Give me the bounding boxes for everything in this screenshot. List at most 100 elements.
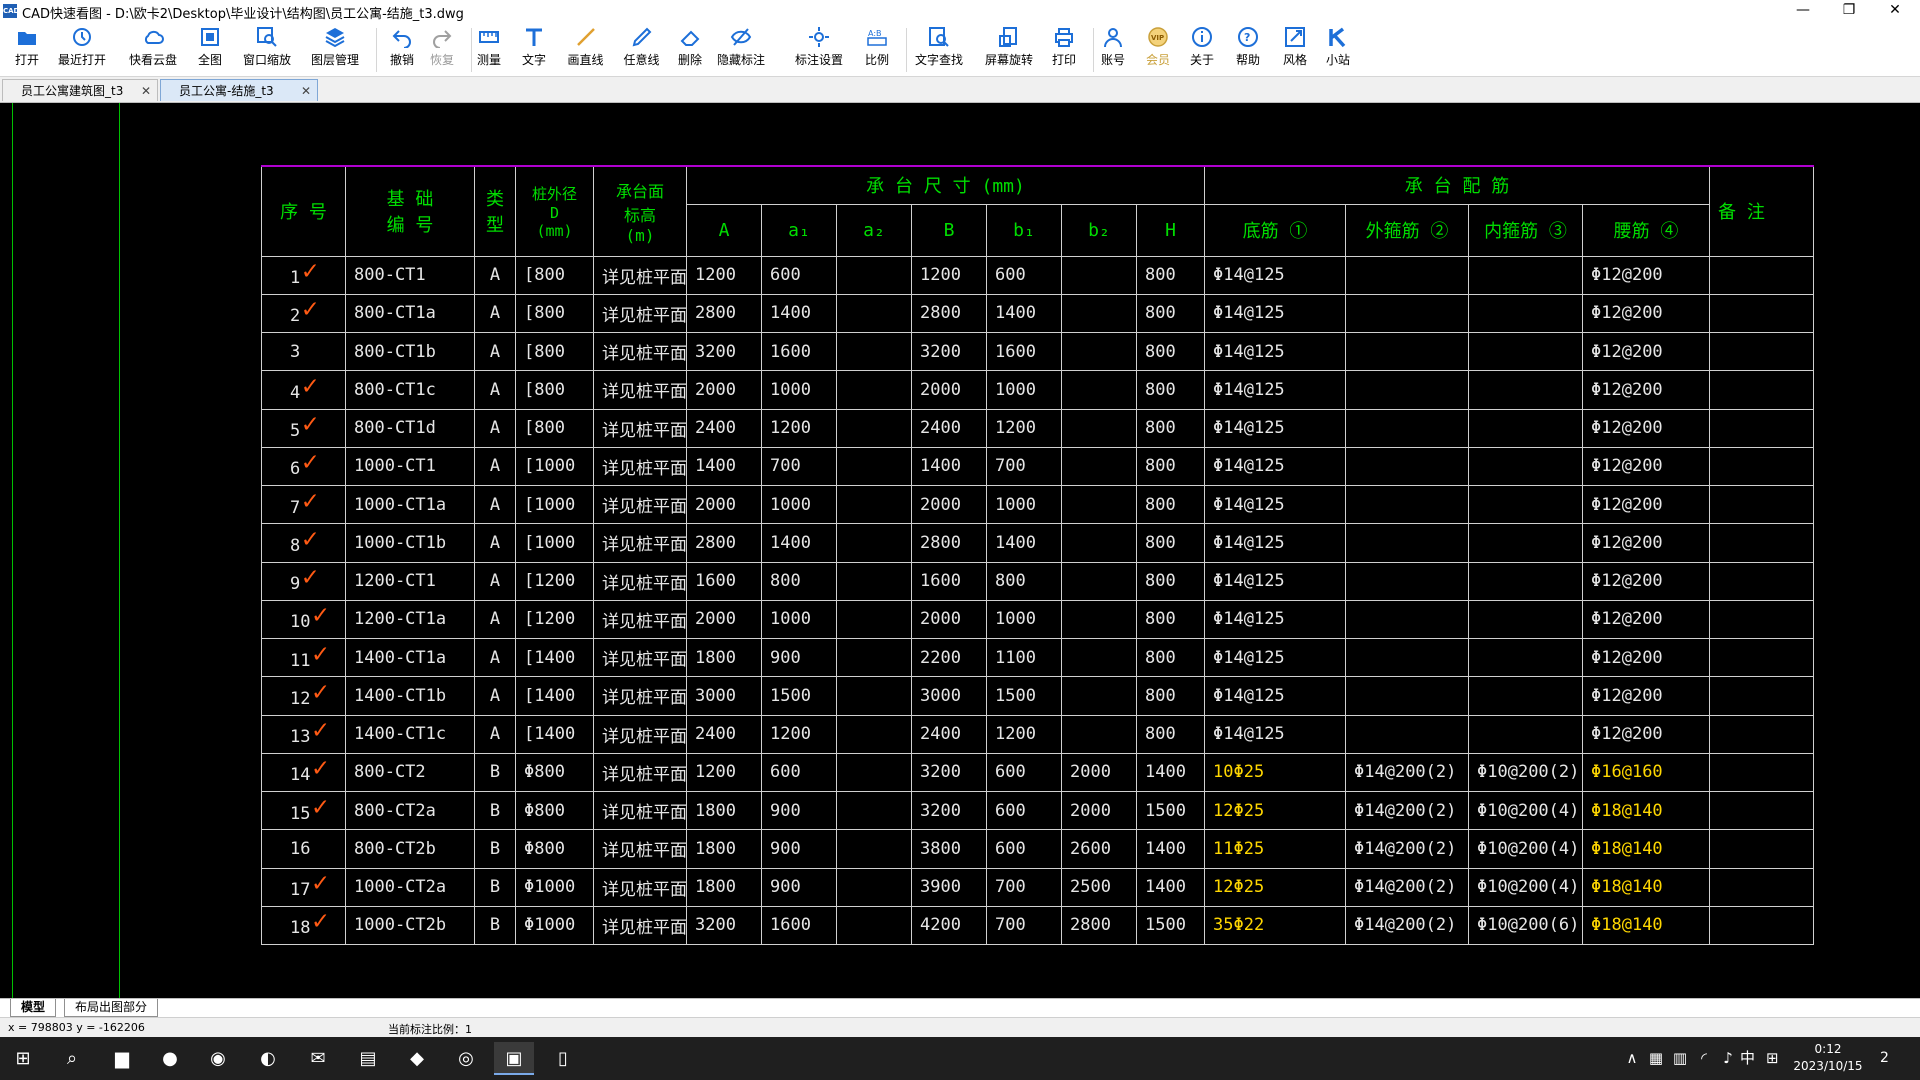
cell-a1: 1000 <box>761 599 837 640</box>
close-icon[interactable]: ✕ <box>141 80 151 102</box>
toolbar-button-vip[interactable]: VIP 会员 <box>1141 26 1175 72</box>
header-size-col: a₁ <box>761 203 837 257</box>
office-icon[interactable]: ▤ <box>348 1042 388 1075</box>
cell-b1: 700 <box>986 905 1062 946</box>
cell-r3 <box>1468 714 1584 754</box>
toolbar-button-help[interactable]: ? 帮助 <box>1231 26 1265 72</box>
tab-building-drawing[interactable]: 员工公寓建筑图_t3 ✕ <box>2 79 158 101</box>
wechat-icon[interactable]: ✉ <box>298 1042 338 1075</box>
toolbar-button-rotate-screen[interactable]: 屏幕旋转 <box>980 26 1038 72</box>
toolbar-button-k-site[interactable]: 小站 <box>1321 26 1355 72</box>
cell-a2 <box>836 255 912 295</box>
battery-icon[interactable]: ▥ <box>1668 1037 1692 1080</box>
cell-r4: Φ12@200 <box>1582 370 1711 410</box>
system-tray: ∧ ▦ ▥ ◜ ♪ <box>1620 1037 1740 1080</box>
cell-B: 3900 <box>911 867 987 907</box>
toolbar-button-freehand[interactable]: 任意线 <box>619 26 664 72</box>
search-icon[interactable]: ⌕ <box>52 1042 92 1075</box>
toolbar-button-label: 会员 <box>1145 53 1170 67</box>
cad-viewer-icon[interactable]: ▣ <box>494 1042 534 1075</box>
eraser-icon <box>680 30 700 46</box>
toolbar-button-undo[interactable]: 撤销 <box>385 26 419 72</box>
volume-icon[interactable]: ♪ <box>1716 1037 1740 1080</box>
notepad-icon[interactable]: ▯ <box>543 1042 583 1075</box>
toolbar-button-history[interactable]: 最近打开 <box>53 26 111 72</box>
cell-type: A <box>474 484 516 525</box>
header-rebar-col: 底筋 ① <box>1204 203 1347 257</box>
toolbar-button-eraser[interactable]: 删除 <box>673 26 707 72</box>
show-hidden-icons-icon[interactable]: ∧ <box>1620 1037 1644 1080</box>
cell-a1: 900 <box>761 829 837 869</box>
cell-elev: 详见桩平面 <box>593 905 687 946</box>
checkmark-icon: ✓ <box>302 370 318 401</box>
toolbar-button-text[interactable]: 文字 <box>517 26 551 72</box>
cell-no: 6✓ <box>261 446 346 487</box>
table-row: 14✓ 800-CT2 B Φ800 详见桩平面 1200 600 3200 600 2000 14… <box>261 752 1815 793</box>
restore-button[interactable]: ❐ <box>1826 0 1872 22</box>
chrome-icon[interactable]: ● <box>150 1042 190 1075</box>
cell-type: A <box>474 561 516 601</box>
row-number: 18 <box>290 918 311 939</box>
header-size-col: b₁ <box>986 203 1062 257</box>
toolbar-button-scale[interactable]: A:B 比例 <box>860 26 894 72</box>
row-number: 16 <box>290 838 311 859</box>
rotate-screen-icon <box>999 27 1017 47</box>
meeting-icon[interactable]: ▦ <box>1644 1037 1668 1080</box>
cell-r3 <box>1468 561 1584 601</box>
cell-elev: 详见桩平面 <box>593 293 687 334</box>
cell-r2 <box>1345 523 1470 563</box>
edge-icon[interactable]: ◐ <box>248 1042 288 1075</box>
system-clock[interactable]: 0:12 2023/10/15 <box>1788 1041 1868 1075</box>
steam-icon[interactable]: ◉ <box>198 1042 238 1075</box>
ime-mode-icon[interactable]: ⊞ <box>1766 1037 1786 1080</box>
tab-structure-drawing[interactable]: 员工公寓-结施_t3 ✕ <box>160 79 318 101</box>
toolbar-button-redo[interactable]: 恢复 <box>425 26 459 72</box>
cell-r3 <box>1468 331 1584 372</box>
checkmark-icon: ✓ <box>302 256 318 287</box>
windows-start-icon[interactable]: ⊞ <box>3 1042 43 1075</box>
layout-tab-model[interactable]: 模型 <box>10 999 57 1017</box>
toolbar-button-label: 小站 <box>1325 53 1350 67</box>
cell-H: 800 <box>1135 523 1206 563</box>
cell-remark <box>1709 446 1815 487</box>
app-icon[interactable]: ◆ <box>397 1042 437 1075</box>
toolbar-button-zoom-window[interactable]: 窗口缩放 <box>238 26 296 72</box>
toolbar-button-user[interactable]: 账号 <box>1096 26 1130 72</box>
toolbar-button-line[interactable]: 画直线 <box>563 26 608 72</box>
cell-r1: Φ14@125 <box>1204 293 1347 334</box>
line-icon <box>576 28 595 46</box>
table-row: 9✓ 1200-CT1 A [1200 详见桩平面 1600 800 1600 800 800 Φ1… <box>261 561 1815 601</box>
cell-r2 <box>1345 255 1470 295</box>
close-button[interactable]: ✕ <box>1872 0 1918 22</box>
ime-indicator[interactable]: 中 <box>1740 1037 1760 1080</box>
cell-name: 1400-CT1a <box>345 637 475 678</box>
toolbar-button-text-search[interactable]: 文字查找 <box>910 26 968 72</box>
toolbar-button-info[interactable]: 关于 <box>1185 26 1219 72</box>
cell-remark <box>1709 676 1815 716</box>
close-icon[interactable]: ✕ <box>301 80 311 102</box>
minimize-button[interactable]: — <box>1780 0 1826 22</box>
cell-pile: Φ1000 <box>515 905 594 946</box>
toolbar-button-hide-annotation[interactable]: 隐藏标注 <box>712 26 770 72</box>
drawing-canvas[interactable]: 序 号 基 础 编 号 类 型 桩外径 D (mm) 承台面 标高 (m) 承 … <box>0 103 1920 998</box>
file-explorer-icon[interactable]: ▆ <box>102 1042 142 1075</box>
toolbar-button-cloud[interactable]: 快看云盘 <box>124 26 182 72</box>
toolbar-button-measure[interactable]: 测量 <box>472 26 506 72</box>
table-row: 2✓ 800-CT1a A [800 详见桩平面 2800 1400 2800 1400 800 Φ… <box>261 293 1815 334</box>
toolbar-button-style[interactable]: 风格 <box>1278 26 1312 72</box>
toolbar-button-annotation-settings[interactable]: 标注设置 <box>790 26 848 72</box>
layout-tab-print-layout[interactable]: 布局出图部分 <box>64 999 159 1017</box>
toolbar-button-printer[interactable]: 打印 <box>1047 26 1081 72</box>
checkmark-icon: ✓ <box>302 447 318 478</box>
toolbar-button-folder-open[interactable]: 打开 <box>10 26 44 72</box>
cell-B: 2200 <box>911 637 987 678</box>
cell-elev: 详见桩平面 <box>593 484 687 525</box>
cell-remark <box>1709 408 1815 448</box>
header-size-col: A <box>686 203 762 257</box>
toolbar-button-fit-all[interactable]: 全图 <box>193 26 227 72</box>
toolbar-button-layers[interactable]: 图层管理 <box>306 26 364 72</box>
netease-music-icon[interactable]: ◎ <box>446 1042 486 1075</box>
network-icon[interactable]: ◜ <box>1692 1037 1716 1080</box>
notification-center-icon[interactable]: 2 <box>1880 1037 1910 1080</box>
cell-no: 10✓ <box>261 599 346 640</box>
